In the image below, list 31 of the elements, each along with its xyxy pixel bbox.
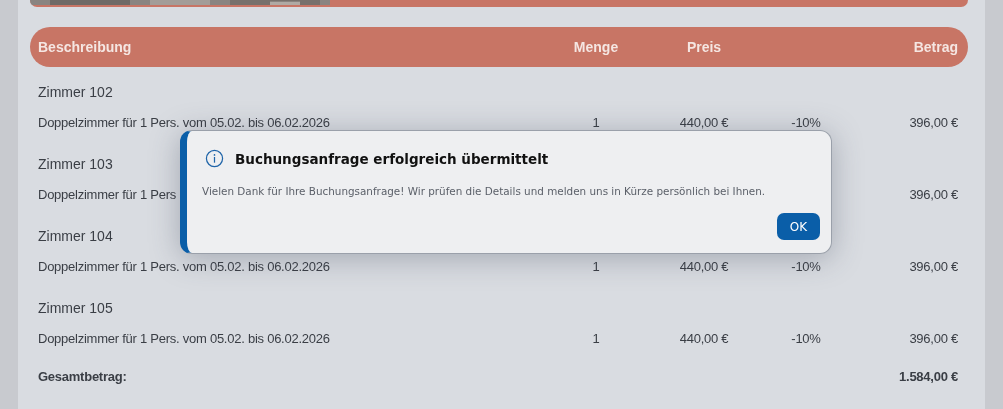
table-cell: 440,00 €	[679, 331, 729, 346]
table-cell: Doppelzimmer für 1 Pers. vom 05.02. bis 06.02.2026	[38, 115, 330, 130]
dialog-title: Buchungsanfrage erfolgreich übermittelt	[235, 150, 549, 167]
table-cell: Doppelzimmer für 1 Pers. vom 05.02. bis 06.02.2026	[38, 259, 330, 274]
table-cell: 1	[592, 331, 600, 346]
room-name: Zimmer 103	[38, 156, 113, 172]
table-cell: 396,00 €	[909, 187, 958, 202]
room-name: Zimmer 105	[38, 300, 113, 316]
total-label: Gesamtbetrag:	[38, 369, 127, 384]
column-header: Menge	[572, 39, 620, 55]
room-name: Zimmer 104	[38, 228, 113, 244]
ok-button[interactable]: OK	[777, 213, 820, 240]
table-cell: -10%	[791, 259, 821, 274]
table-cell: 396,00 €	[909, 115, 958, 130]
table-cell: 396,00 €	[909, 331, 958, 346]
table-cell: Doppelzimmer für 1 Pers. vom 05.02. bis 06.02.2026	[38, 331, 330, 346]
column-header: Beschreibung	[38, 39, 133, 55]
table-cell: -10%	[791, 331, 821, 346]
total-amount: 1.584,00 €	[899, 369, 958, 384]
table-cell: 1	[592, 115, 600, 130]
column-header: Preis	[685, 39, 723, 55]
column-header: Betrag	[912, 39, 958, 55]
table-cell: Doppelzimmer für 1 Pers	[38, 187, 177, 202]
table-cell: 1	[592, 259, 600, 274]
table-cell: 396,00 €	[909, 259, 958, 274]
dialog-message: Vielen Dank für Ihre Buchungsanfrage! Wir prüfen die Details und melden uns in Kürze persönlich bei Ihnen.	[201, 184, 767, 197]
table-cell: 440,00 €	[679, 259, 729, 274]
info-icon	[205, 149, 224, 168]
room-name: Zimmer 102	[38, 84, 113, 100]
table-cell: 440,00 €	[679, 115, 729, 130]
table-cell: -10%	[791, 115, 821, 130]
